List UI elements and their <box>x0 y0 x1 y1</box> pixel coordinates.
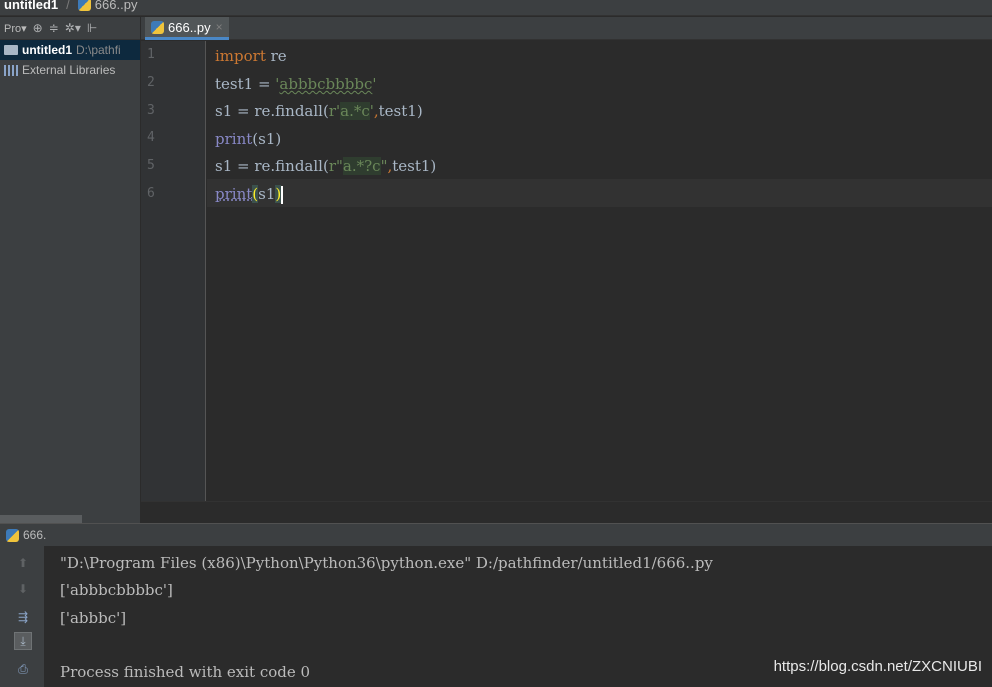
locate-icon[interactable]: ⊕ <box>33 21 43 35</box>
current-line-highlight <box>207 179 992 207</box>
builtin: print <box>215 130 253 148</box>
gear-icon[interactable]: ✲▾ <box>65 21 81 35</box>
breadcrumb-project[interactable]: untitled1 <box>4 0 58 12</box>
line-number: 3 <box>147 103 155 118</box>
python-file-icon <box>151 20 164 34</box>
console-line: Process finished with exit code 0 <box>60 663 311 681</box>
builtin: print <box>215 185 253 203</box>
up-arrow-icon[interactable]: ⬆ <box>14 554 32 572</box>
down-arrow-icon[interactable]: ⬇ <box>14 580 32 598</box>
code-line-4: print(s1) <box>215 126 281 153</box>
code-text: s1 = re.findall( <box>215 157 329 175</box>
tree-libraries-label: External Libraries <box>22 63 116 77</box>
console-line: ['abbbcbbbbc'] <box>60 581 173 599</box>
code-line-6: print(s1) <box>215 181 284 208</box>
line-number: 1 <box>147 47 155 62</box>
keyword: import <box>215 47 266 65</box>
line-number: 4 <box>147 130 155 145</box>
code-line-2: test1 = 'abbbcbbbbc' <box>215 71 377 98</box>
tree-root-path: D:\pathfi <box>76 43 121 57</box>
hide-panel-icon[interactable]: ⊩ <box>87 21 97 35</box>
editor-horizontal-scrollbar[interactable] <box>141 501 992 523</box>
project-panel: Pro▾ ⊕ ≑ ✲▾ ⊩ untitled1 D:\pathfi Extern… <box>0 17 141 523</box>
code-line-3: s1 = re.findall(r'a.*c',test1) <box>215 98 423 125</box>
soft-wrap-icon[interactable]: ⇶ <box>14 608 32 626</box>
code-text: s1 = re.findall( <box>215 102 329 120</box>
code-text: (s1) <box>252 130 282 148</box>
string-literal: abbbcbbbbc <box>279 75 373 93</box>
code-text: s1 <box>258 185 276 203</box>
run-toolbar: ⬆ ⬇ ⇶ ⤓ ⎙ <box>0 546 44 687</box>
text-caret <box>281 186 284 204</box>
string-prefix: r" <box>328 157 343 175</box>
line-number: 2 <box>147 75 155 90</box>
project-toolbar: Pro▾ ⊕ ≑ ✲▾ ⊩ <box>0 17 140 40</box>
watermark: https://blog.csdn.net/ZXCNIUBI <box>773 658 982 675</box>
code-text: re <box>265 47 287 65</box>
code-line-1: import re <box>215 43 287 70</box>
code-editor[interactable]: import re test1 = 'abbbcbbbbc' s1 = re.f… <box>207 41 992 501</box>
python-file-icon <box>77 0 91 11</box>
python-file-icon <box>6 528 19 542</box>
tree-root-name: untitled1 <box>22 43 72 57</box>
run-tab-label: 666. <box>23 528 47 542</box>
console-line: "D:\Program Files (x86)\Python\Python36\… <box>60 554 713 572</box>
regex-literal: a.*?c <box>342 157 381 175</box>
breadcrumb-file[interactable]: 666..py <box>77 0 138 12</box>
project-view-dropdown[interactable]: Pro▾ <box>4 22 27 35</box>
run-tab-header[interactable]: 666. <box>0 523 992 546</box>
tab-label: 666..py <box>168 19 211 35</box>
tree-item-external-libraries[interactable]: External Libraries <box>0 60 140 80</box>
string-quote: ' <box>372 75 377 93</box>
project-view-label: Pro <box>4 22 22 35</box>
breadcrumb-file-label: 666..py <box>94 0 138 12</box>
code-text: test1 = <box>215 75 276 93</box>
tree-item-root[interactable]: untitled1 D:\pathfi <box>0 40 140 60</box>
code-text: test1) <box>392 157 437 175</box>
code-line-5: s1 = re.findall(r"a.*?c",test1) <box>215 153 436 180</box>
close-icon[interactable]: × <box>216 20 223 34</box>
regex-literal: a.*c <box>340 102 370 120</box>
line-number: 6 <box>147 186 155 201</box>
string-prefix: r' <box>328 102 341 120</box>
scroll-to-end-icon[interactable]: ⤓ <box>14 632 32 650</box>
tab-666-py[interactable]: 666..py × <box>145 17 229 40</box>
breadcrumb-separator: / <box>66 0 70 12</box>
project-scrollbar[interactable] <box>0 515 82 523</box>
line-number-gutter: 1 2 3 4 5 6 <box>141 41 206 501</box>
editor-tab-bar: 666..py × <box>141 17 992 40</box>
folder-icon <box>4 45 18 55</box>
breadcrumb: untitled1 / 666..py <box>0 0 992 16</box>
library-icon <box>4 64 18 76</box>
console-line: ['abbbc'] <box>60 609 127 627</box>
line-number: 5 <box>147 158 155 173</box>
code-text: test1) <box>378 102 423 120</box>
print-icon[interactable]: ⎙ <box>14 660 32 678</box>
collapse-icon[interactable]: ≑ <box>49 21 59 35</box>
